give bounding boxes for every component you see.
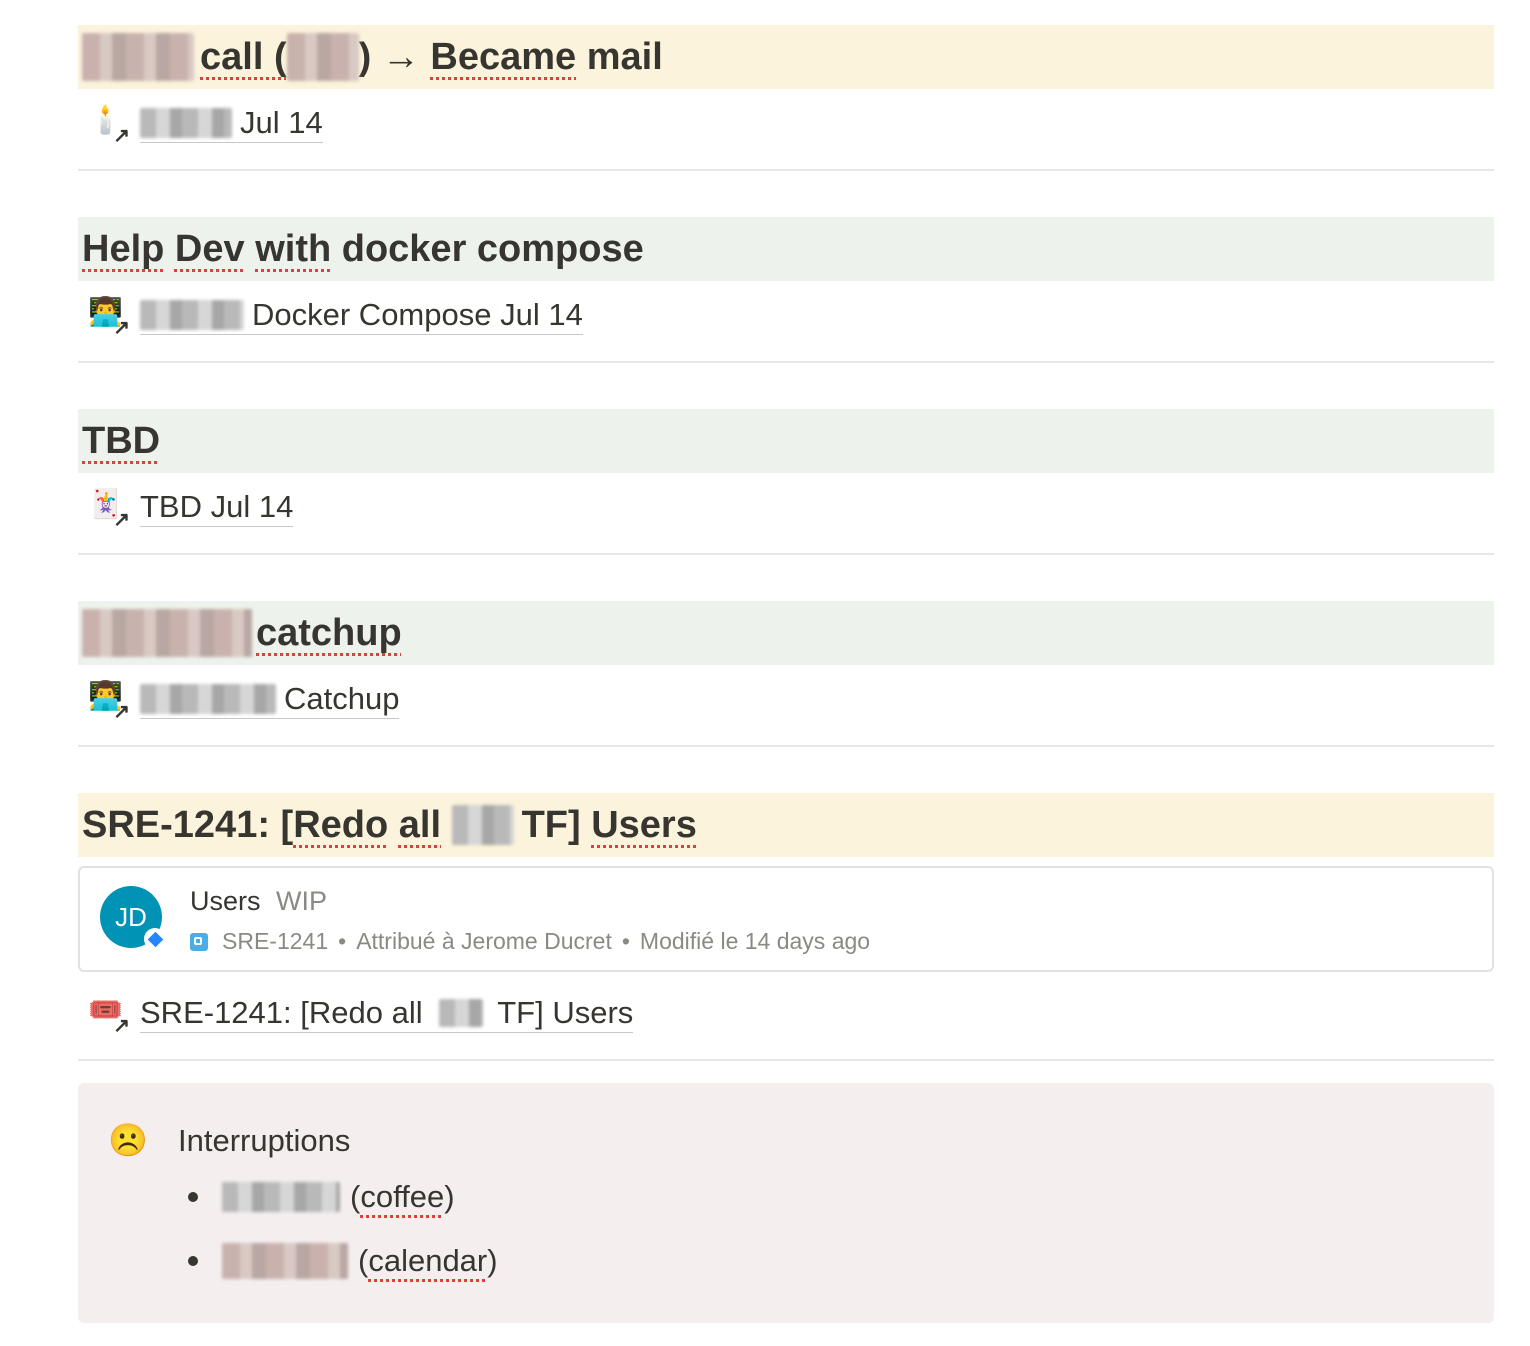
page-link[interactable]: TBD Jul 14 — [140, 489, 294, 527]
redacted-name — [222, 1182, 340, 1212]
jira-icon — [144, 928, 166, 950]
page-link-label: Jul 14 — [240, 105, 323, 140]
heading-call[interactable]: call ( ) → Became mail — [78, 25, 1494, 89]
page-link[interactable]: Catchup — [140, 681, 400, 719]
bullet-icon — [188, 1192, 198, 1202]
issue-assignee: Attribué à Jerome Ducret — [356, 928, 612, 954]
technologist-icon: 👨‍💻 ↗ — [88, 680, 130, 723]
ticket-icon: 🎟️ ↗ — [88, 994, 130, 1037]
page-link-row: 🎟️ ↗ SRE-1241: [Redo all TF] Users — [78, 979, 1494, 1049]
divider — [78, 169, 1494, 171]
section-docker: Help Dev with docker compose 👨‍💻 ↗ Docke… — [78, 217, 1494, 363]
list-item-text: ) — [487, 1243, 498, 1278]
heading-word: Users — [591, 803, 697, 846]
heading-word: call ( — [200, 35, 287, 78]
page-link-row: 🕯️ ↗ Jul 14 — [78, 89, 1494, 159]
separator: • — [338, 928, 347, 954]
frowning-face-icon[interactable]: ☹️ — [108, 1121, 148, 1159]
page-link-label: TBD Jul 14 — [140, 489, 294, 524]
heading-word: Redo — [293, 803, 389, 846]
page-link-label: Catchup — [284, 681, 400, 716]
heading-word — [441, 804, 452, 847]
divider — [78, 361, 1494, 363]
section-sre-link: 🎟️ ↗ SRE-1241: [Redo all TF] Users — [78, 979, 1494, 1061]
redacted-name — [140, 108, 232, 138]
redacted-name — [286, 33, 359, 81]
section-sre: SRE-1241: [ Redo all TF] Users — [78, 793, 1494, 857]
technologist-icon: 👨‍💻 ↗ — [88, 296, 130, 339]
issue-modified: Modifié le 14 days ago — [639, 928, 871, 954]
separator: • — [621, 928, 630, 954]
page-link-label: TF] Users — [497, 995, 634, 1030]
page-link-row: 👨‍💻 ↗ Catchup — [78, 665, 1494, 735]
issue-meta: SRE-1241 • Attribué à Jerome Ducret • Mo… — [190, 928, 870, 955]
page-link[interactable]: SRE-1241: [Redo all TF] Users — [140, 995, 634, 1033]
section-catchup: catchup 👨‍💻 ↗ Catchup — [78, 601, 1494, 747]
heading-word: SRE-1241: [ — [82, 803, 294, 846]
subtask-icon — [190, 932, 208, 951]
heading-catchup[interactable]: catchup — [78, 601, 1494, 665]
link-arrow-icon: ↗ — [113, 509, 130, 531]
heading-word — [388, 804, 399, 847]
page-link-row: 🃏 ↗ TBD Jul 14 — [78, 473, 1494, 543]
jira-issue-card[interactable]: JD Users WIP SRE-1241 • Attribué à Jerom… — [78, 866, 1494, 972]
heading-word: with — [255, 227, 332, 270]
link-arrow-icon: ↗ — [113, 1015, 130, 1037]
page-link-label: SRE-1241: [Redo all — [140, 995, 432, 1030]
divider — [78, 553, 1494, 555]
redacted-name — [451, 805, 514, 845]
callout-title: Interruptions — [178, 1123, 351, 1158]
heading-word: Help — [82, 227, 165, 270]
link-arrow-icon: ↗ — [113, 125, 130, 147]
list-item-text: ( — [358, 1243, 369, 1278]
callout: ☹️ Interruptions (coffee) (calendar) — [78, 1083, 1494, 1323]
list-item-text: ) — [444, 1179, 455, 1214]
divider — [78, 745, 1494, 747]
page-link-row: 👨‍💻 ↗ Docker Compose Jul 14 — [78, 281, 1494, 351]
heading-word: docker compose — [331, 227, 644, 270]
joker-card-icon: 🃏 ↗ — [88, 488, 130, 531]
heading-word: Became — [430, 35, 577, 78]
issue-title-text: Users — [190, 886, 261, 916]
redacted-name — [439, 999, 484, 1027]
list-item-text: calendar — [368, 1243, 488, 1278]
link-arrow-icon: ↗ — [113, 317, 130, 339]
issue-title: Users WIP — [190, 886, 327, 917]
heading-docker[interactable]: Help Dev with docker compose — [78, 217, 1494, 281]
page-link-label: Docker Compose Jul 14 — [252, 297, 583, 332]
issue-key: SRE-1241 — [222, 928, 329, 954]
redacted-name — [222, 1243, 348, 1279]
link-arrow-icon: ↗ — [113, 701, 130, 723]
redacted-name — [140, 300, 244, 330]
heading-arrow: ) → — [358, 35, 431, 78]
heading-tbd[interactable]: TBD — [78, 409, 1494, 473]
list-item-text: ( — [350, 1179, 361, 1214]
heading-word: TBD — [82, 419, 161, 462]
status-badge: WIP — [276, 886, 328, 916]
heading-sre[interactable]: SRE-1241: [ Redo all TF] Users — [78, 793, 1494, 857]
page-link[interactable]: Jul 14 — [140, 105, 323, 143]
page-link[interactable]: Docker Compose Jul 14 — [140, 297, 583, 335]
bullet-icon — [188, 1256, 198, 1266]
divider — [78, 1059, 1494, 1061]
heading-word: Dev — [174, 227, 245, 270]
redacted-name — [140, 684, 276, 714]
list-item: (calendar) — [188, 1243, 498, 1279]
section-tbd: TBD 🃏 ↗ TBD Jul 14 — [78, 409, 1494, 555]
section-call: call ( ) → Became mail 🕯️ ↗ Jul 14 — [78, 25, 1494, 171]
heading-word: mail — [576, 35, 663, 78]
heading-word: catchup — [256, 611, 402, 654]
list-item: (coffee) — [188, 1179, 455, 1215]
redacted-name — [82, 609, 252, 657]
heading-word — [164, 228, 175, 271]
heading-word: all — [398, 803, 442, 846]
candle-icon: 🕯️ ↗ — [88, 104, 130, 147]
list-item-text: coffee — [360, 1179, 445, 1214]
heading-word — [245, 228, 256, 271]
redacted-name — [82, 33, 194, 81]
heading-word: TF] — [521, 803, 592, 846]
